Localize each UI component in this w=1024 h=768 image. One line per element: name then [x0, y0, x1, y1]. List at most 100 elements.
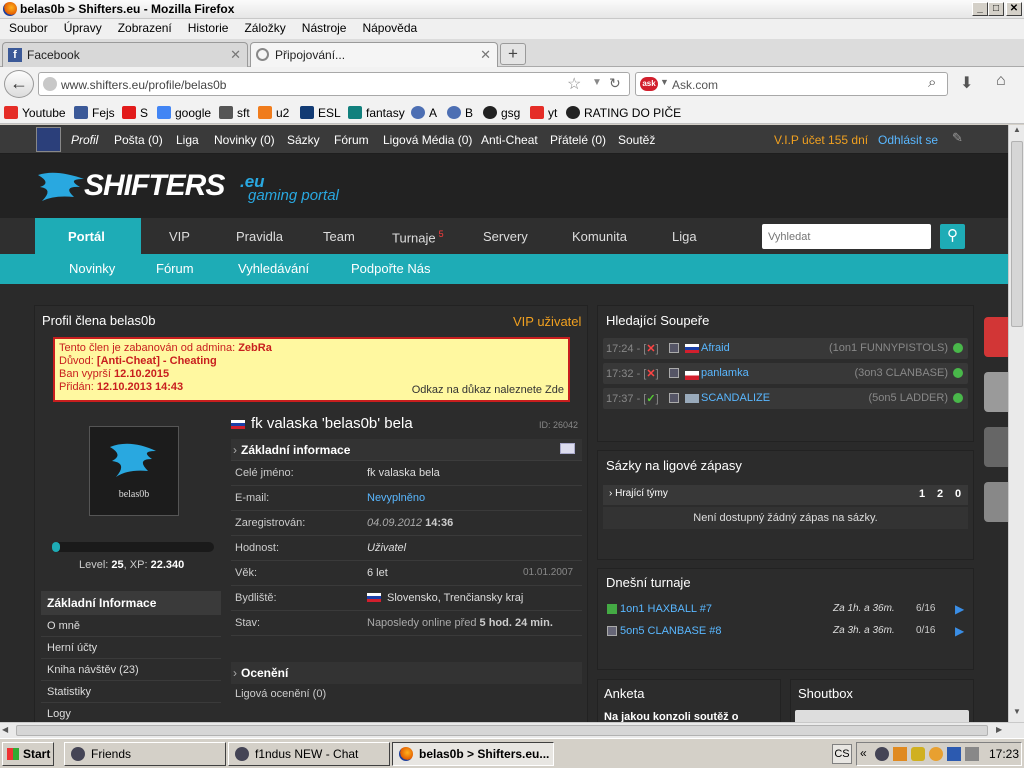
- sidebar-item-about[interactable]: O mně: [41, 615, 221, 637]
- bookmark-rating[interactable]: RATING DO PIČE: [566, 106, 681, 120]
- play-icon[interactable]: ▶: [955, 624, 964, 638]
- bookmark-fantasy[interactable]: fantasy: [348, 106, 405, 120]
- nav-league[interactable]: Liga: [672, 229, 697, 244]
- people-icon[interactable]: [929, 747, 943, 761]
- user-avatar-icon[interactable]: [36, 127, 61, 152]
- menu-tools[interactable]: Nástroje: [293, 19, 354, 35]
- site-search-icon[interactable]: ⚲: [940, 224, 965, 249]
- home-icon[interactable]: ⌂: [996, 72, 1006, 90]
- menu-history[interactable]: Historie: [179, 19, 236, 35]
- topbar-anticheat[interactable]: Anti-Cheat: [481, 133, 538, 147]
- bookmark-gsg[interactable]: gsg: [483, 106, 520, 120]
- sidebar-item-game-accounts[interactable]: Herní účty: [41, 637, 221, 659]
- topbar-profile[interactable]: Profil: [71, 133, 98, 147]
- search-icon[interactable]: ⌕: [928, 74, 936, 91]
- dropdown-icon[interactable]: ▼: [592, 77, 602, 88]
- bookmark-google[interactable]: google: [157, 106, 211, 120]
- subnav-forum[interactable]: Fórum: [156, 261, 194, 276]
- google-social-icon[interactable]: [984, 482, 1008, 522]
- menu-file[interactable]: Soubor: [0, 19, 55, 35]
- tab-close-icon[interactable]: ✕: [480, 47, 491, 63]
- social-icon[interactable]: [984, 372, 1008, 412]
- opponent-name[interactable]: panlamka: [701, 367, 749, 379]
- subnav-search[interactable]: Vyhledávání: [238, 261, 309, 276]
- topbar-mail[interactable]: Pošta (0): [114, 133, 163, 147]
- nav-servers[interactable]: Servery: [483, 229, 528, 244]
- close-button[interactable]: ✕: [1006, 2, 1022, 16]
- reload-icon[interactable]: ↻: [609, 75, 621, 92]
- nav-community[interactable]: Komunita: [572, 229, 627, 244]
- scroll-up-icon[interactable]: ▲: [1010, 125, 1024, 140]
- menu-edit[interactable]: Úpravy: [55, 19, 109, 35]
- new-tab-button[interactable]: +: [500, 43, 526, 65]
- language-indicator[interactable]: CS: [832, 744, 852, 764]
- star-icon[interactable]: ☆: [567, 74, 581, 94]
- topbar-forum[interactable]: Fórum: [334, 133, 369, 147]
- search-engine-dropdown-icon[interactable]: ▼: [660, 77, 669, 87]
- task-friends[interactable]: Friends: [64, 742, 226, 766]
- minimize-button[interactable]: _: [972, 2, 988, 16]
- site-search-input[interactable]: [762, 224, 931, 249]
- opponent-row[interactable]: 17:37 - [✓] SCANDALIZE (5on5 LADDER): [603, 388, 968, 409]
- ban-proof-link[interactable]: Odkaz na důkaz naleznete Zde: [412, 384, 564, 397]
- maximize-button[interactable]: □: [988, 2, 1004, 16]
- tray-icon[interactable]: [947, 747, 961, 761]
- tournament-name[interactable]: 5on5 CLANBASE #8: [620, 625, 722, 637]
- task-firefox[interactable]: belas0b > Shifters.eu...: [392, 742, 554, 766]
- bookmark-fejs[interactable]: Fejs: [74, 106, 115, 120]
- play-icon[interactable]: ▶: [955, 602, 964, 616]
- scroll-thumb[interactable]: [1011, 141, 1023, 327]
- nav-vip[interactable]: VIP: [169, 229, 190, 244]
- sidebar-item-guestbook[interactable]: Kniha návštěv (23): [41, 659, 221, 681]
- topbar-friends[interactable]: Přátelé (0): [550, 133, 606, 147]
- opponent-name[interactable]: SCANDALIZE: [701, 392, 770, 404]
- mail-icon[interactable]: [560, 443, 575, 454]
- bookmark-youtube[interactable]: Youtube: [4, 106, 66, 120]
- start-button[interactable]: Start: [2, 742, 54, 766]
- tab-facebook[interactable]: f Facebook ✕: [2, 42, 248, 67]
- tab-close-icon[interactable]: ✕: [230, 47, 241, 63]
- horizontal-scrollbar[interactable]: ◀ ▶: [0, 722, 1024, 738]
- sidebar-item-basic-info[interactable]: Základní Informace: [41, 591, 221, 615]
- shoutbox-input[interactable]: [795, 710, 969, 722]
- menu-view[interactable]: Zobrazení: [109, 19, 179, 35]
- topbar-league-media[interactable]: Ligová Média (0): [383, 133, 472, 147]
- vip-account[interactable]: V.I.P účet 155 dní: [774, 133, 868, 147]
- menu-bookmarks[interactable]: Záložky: [235, 19, 292, 35]
- subnav-news[interactable]: Novinky: [69, 261, 115, 276]
- menu-help[interactable]: Nápověda: [353, 19, 424, 35]
- tournament-row[interactable]: 5on5 CLANBASE #8 Za 3h. a 36m. 0/16 ▶: [603, 624, 968, 642]
- bookmark-u2[interactable]: u2: [258, 106, 289, 120]
- steam-tray-icon[interactable]: [875, 747, 889, 761]
- topbar-news[interactable]: Novinky (0): [214, 133, 275, 147]
- task-chat[interactable]: f1ndus NEW - Chat: [228, 742, 390, 766]
- back-button[interactable]: ←: [4, 70, 34, 98]
- tray-expand-icon[interactable]: «: [860, 746, 867, 760]
- bookmark-yt[interactable]: yt: [530, 106, 557, 120]
- url-bar[interactable]: www.shifters.eu/profile/belas0b ☆ ▼ ↻: [38, 72, 630, 96]
- nav-team[interactable]: Team: [323, 229, 355, 244]
- volume-icon[interactable]: [965, 747, 979, 761]
- scroll-left-icon[interactable]: ◀: [2, 725, 8, 734]
- bookmark-sft[interactable]: sft: [219, 106, 250, 120]
- download-icon[interactable]: ⬇: [960, 73, 973, 93]
- tab-loading[interactable]: Připojování... ✕: [250, 42, 498, 67]
- pin-icon[interactable]: ✎: [952, 130, 963, 146]
- nav-portal[interactable]: Portál: [68, 229, 105, 244]
- nav-rules[interactable]: Pravidla: [236, 229, 283, 244]
- topbar-league[interactable]: Liga: [176, 133, 199, 147]
- opponent-row[interactable]: 17:32 - [✕] panlamka (3on3 CLANBASE): [603, 363, 968, 384]
- sidebar-item-stats[interactable]: Statistiky: [41, 681, 221, 703]
- subnav-support[interactable]: Podpořte Nás: [351, 261, 431, 276]
- tournament-name[interactable]: 1on1 HAXBALL #7: [620, 603, 712, 615]
- vertical-scrollbar[interactable]: ▲ ▼: [1008, 125, 1024, 722]
- opponent-name[interactable]: Afraid: [701, 342, 730, 354]
- logout-link[interactable]: Odhlásit se: [878, 133, 938, 147]
- nav-tournaments[interactable]: Turnaje 5: [392, 229, 444, 245]
- search-bar[interactable]: ask ▼ Ask.com ⌕: [635, 72, 948, 96]
- topbar-bets[interactable]: Sázky: [287, 133, 320, 147]
- tournament-row[interactable]: 1on1 HAXBALL #7 Za 1h. a 36m. 6/16 ▶: [603, 602, 968, 620]
- bookmark-b[interactable]: B: [447, 106, 473, 120]
- tray-icon[interactable]: [893, 747, 907, 761]
- bookmark-s[interactable]: S: [122, 106, 148, 120]
